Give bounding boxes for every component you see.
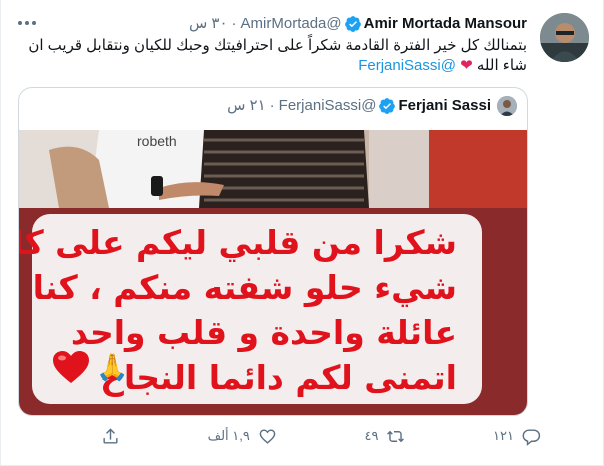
like-count: ١,٩ ألف: [207, 428, 250, 443]
retweet-count: ٤٩: [364, 428, 379, 443]
tweet-text-line: شاء الله ❤ @FerjaniSassi: [27, 56, 527, 76]
message-line: عائلة واحدة و قلب واحد: [70, 313, 457, 352]
retweet-button[interactable]: ٤٩: [364, 427, 405, 446]
quoted-display-name: Ferjani Sassi: [398, 97, 491, 114]
like-button[interactable]: ١,٩ ألف: [208, 427, 277, 446]
message-line: شكرا من قلبي ليكم على كل: [19, 223, 457, 262]
quoted-avatar-photo: [497, 96, 517, 116]
handshake-photo: robeth: [19, 130, 527, 208]
display-name[interactable]: Amir Mortada Mansour: [364, 14, 527, 34]
separator-dot: ·: [269, 97, 275, 114]
quoted-tweet-header: Ferjani Sassi @FerjaniSassi · ٢١ س: [227, 96, 517, 116]
timestamp[interactable]: ٣٠ س: [189, 14, 228, 34]
avatar-photo: [540, 13, 589, 62]
praying-hands-icon: 🙏: [96, 352, 129, 382]
quoted-media-image[interactable]: robeth شكرا من قلبي ليكم على كل شيء حلو …: [19, 130, 527, 415]
reply-button[interactable]: ١٢١: [493, 427, 541, 446]
message-card: شكرا من قلبي ليكم على كل شيء حلو شفته من…: [19, 214, 482, 404]
shirt-print-text: robeth: [137, 133, 177, 149]
red-heart-icon: ❤: [460, 57, 473, 74]
red-heart-icon: [53, 351, 89, 383]
retweet-icon: [387, 430, 405, 442]
mention-link[interactable]: @FerjaniSassi: [358, 57, 456, 74]
quoted-timestamp: ٢١ س: [227, 97, 266, 114]
handle[interactable]: @AmirMortada: [241, 14, 342, 34]
reply-count: ١٢١: [493, 428, 514, 443]
tweet-actions: ١٢١ ٤٩ ١,٩ ألف: [101, 425, 541, 447]
more-options-button[interactable]: [13, 12, 41, 34]
tweet-text-line: بتمنالك كل خير الفترة القادمة شكراً على …: [28, 37, 527, 54]
tweet-header: Amir Mortada Mansour @AmirMortada · ٣٠ س: [189, 14, 527, 34]
share-icon: [103, 427, 118, 444]
more-icon: [18, 21, 36, 25]
separator-dot: ·: [231, 15, 237, 32]
message-line: شيء حلو شفته منكم ، كنا: [32, 268, 457, 307]
heart-icon: [259, 428, 276, 444]
verified-badge-icon: [344, 16, 361, 32]
tweet[interactable]: Amir Mortada Mansour @AmirMortada · ٣٠ س…: [0, 0, 604, 466]
quoted-avatar: [497, 96, 517, 116]
emoji-group: 🙏: [52, 350, 128, 384]
share-button[interactable]: [101, 427, 120, 446]
avatar[interactable]: [540, 13, 589, 62]
tweet-text-fragment: شاء الله: [476, 57, 527, 74]
quoted-handle: @FerjaniSassi: [278, 97, 377, 114]
verified-badge-icon: [379, 98, 396, 114]
quoted-tweet[interactable]: Ferjani Sassi @FerjaniSassi · ٢١ س robet…: [18, 87, 528, 416]
tweet-text: بتمنالك كل خير الفترة القادمة شكراً على …: [27, 36, 527, 76]
reply-icon: [522, 428, 541, 446]
